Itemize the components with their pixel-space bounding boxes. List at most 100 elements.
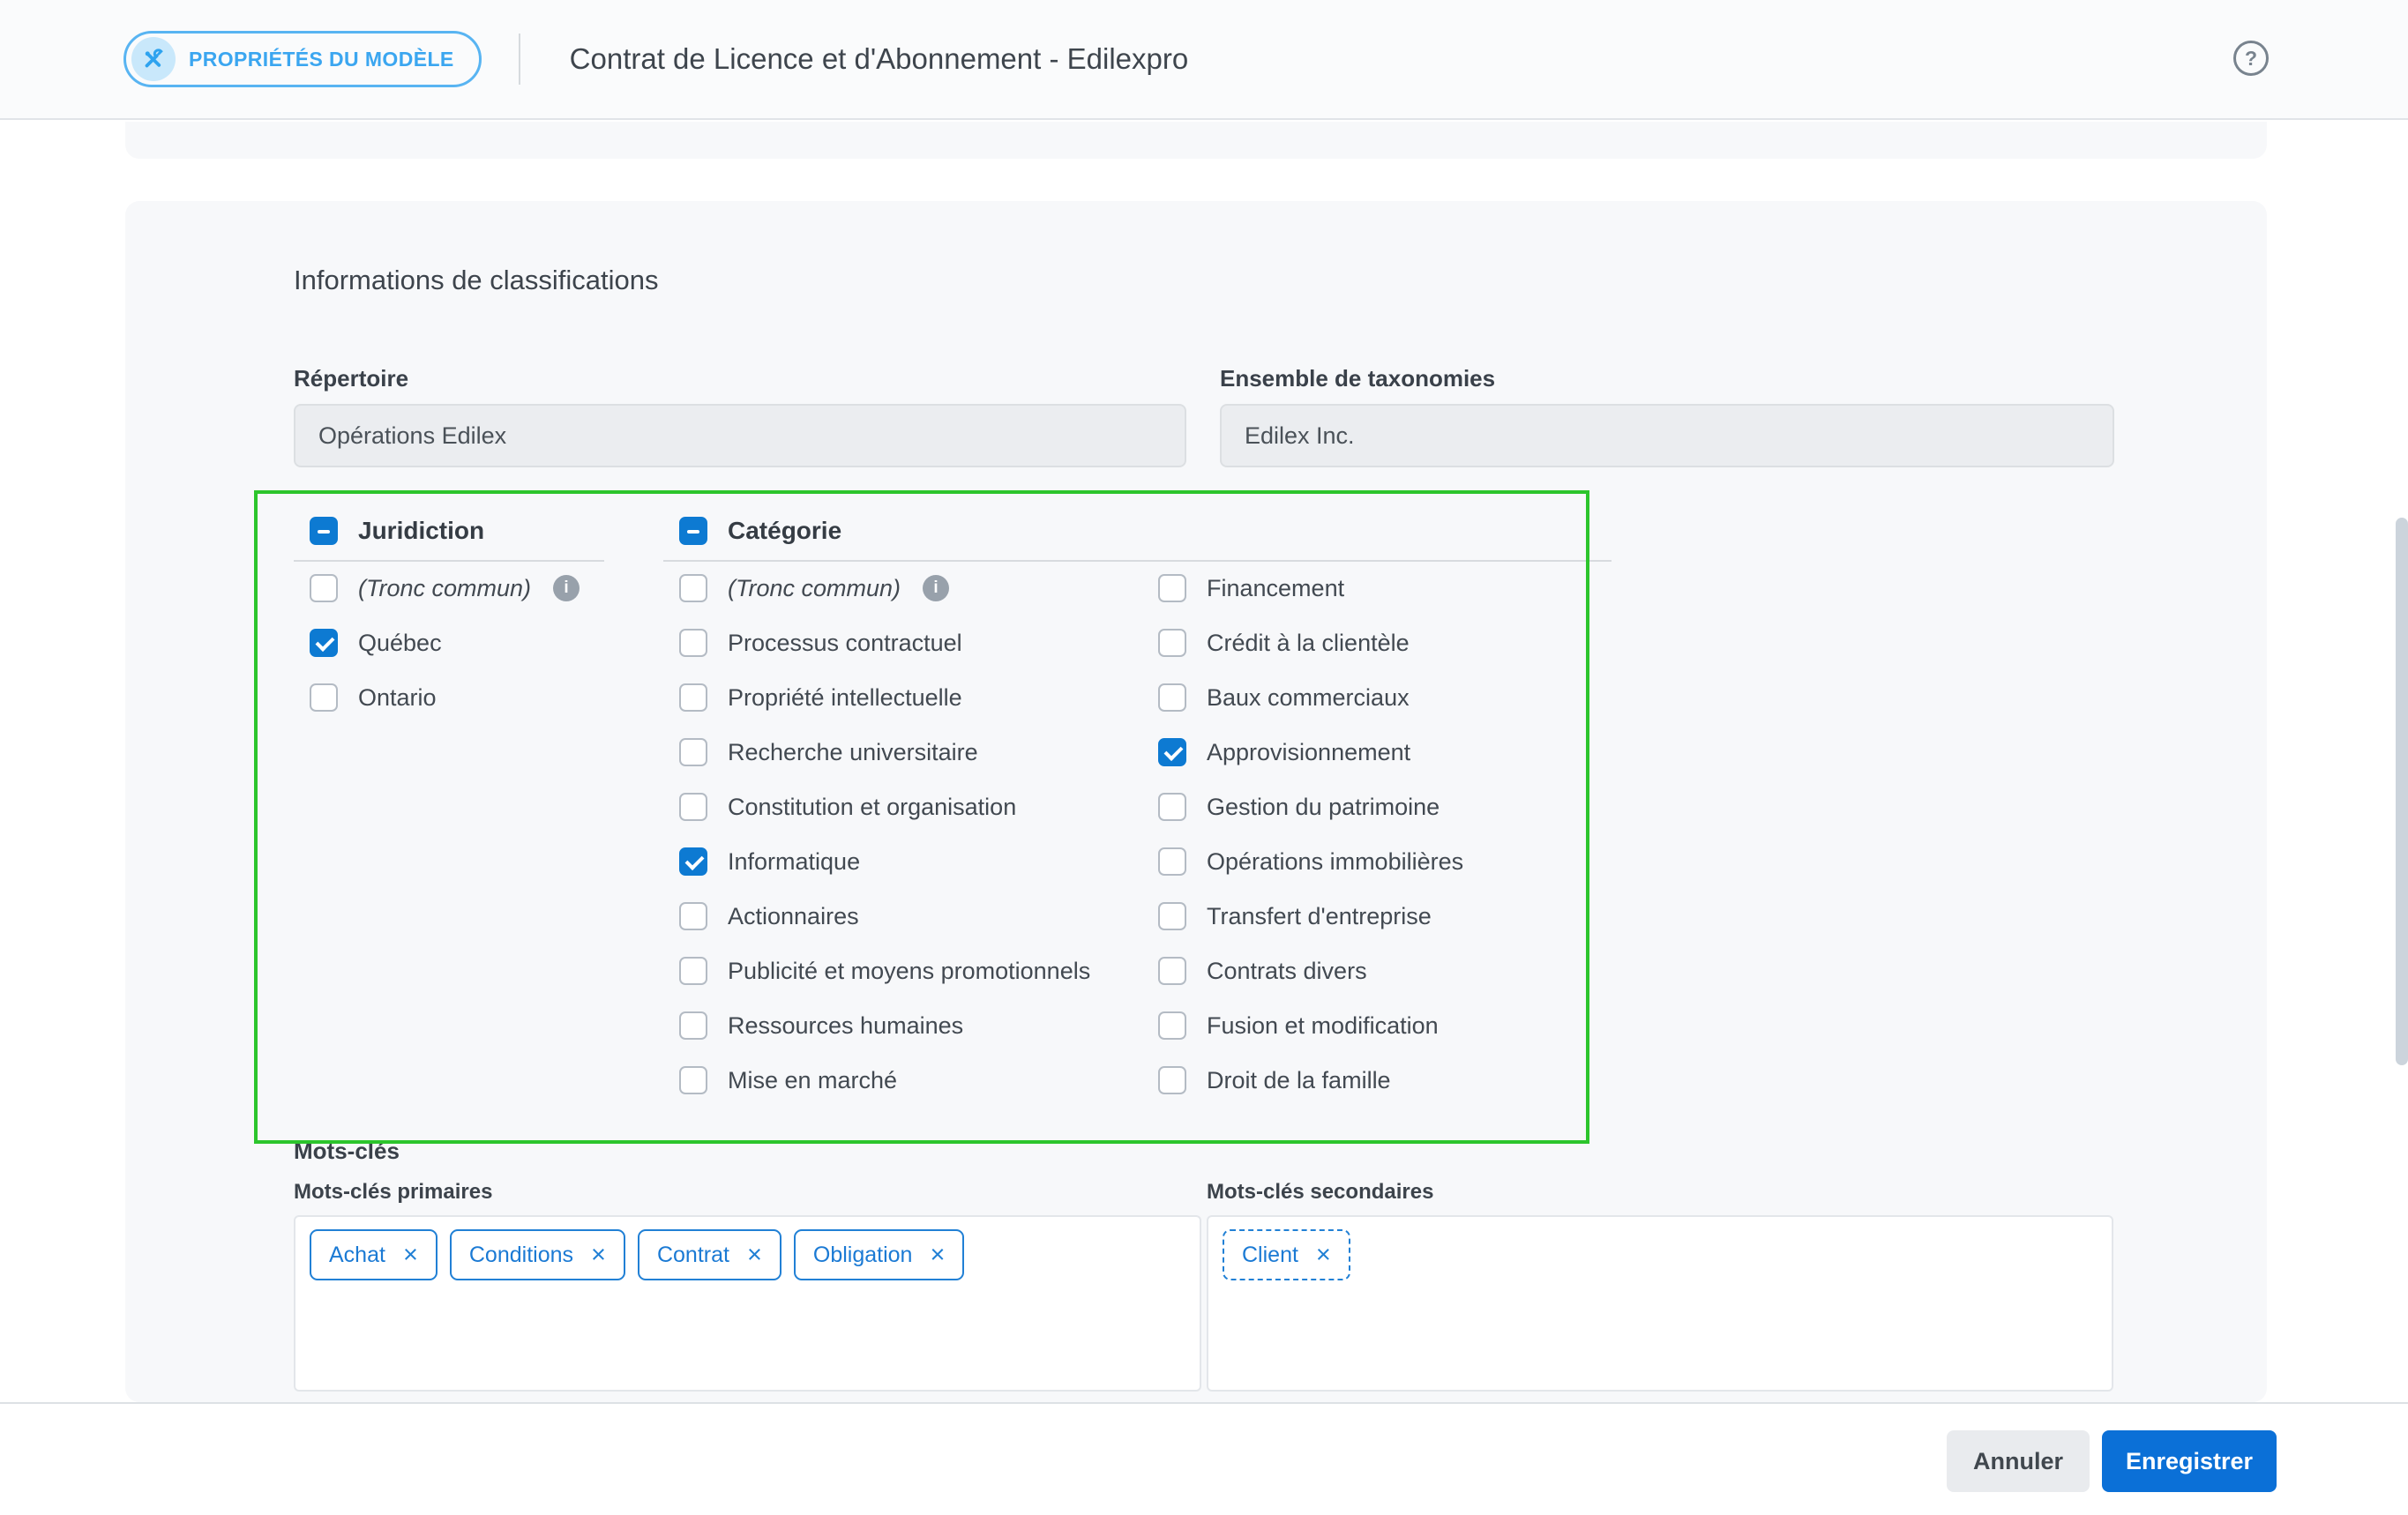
model-properties-badge: PROPRIÉTÉS DU MODÈLE [123,31,482,87]
remove-tag-icon[interactable]: × [930,1243,945,1268]
checkbox-row[interactable]: Mise en marché [679,1066,1158,1094]
checkbox-row[interactable]: Processus contractuel [679,629,1158,657]
checkbox-row[interactable]: Gestion du patrimoine [1158,793,1463,821]
remove-tag-icon[interactable]: × [403,1243,418,1268]
checkbox[interactable] [679,574,707,602]
checkbox[interactable] [679,847,707,876]
checkbox-row[interactable]: Constitution et organisation [679,793,1158,821]
checkbox[interactable] [679,1066,707,1094]
checkbox-row[interactable]: Québec [310,629,604,657]
checkbox-row[interactable]: Ontario [310,683,604,712]
keyword-tag: Contrat × [638,1229,781,1280]
checkbox-label: (Tronc commun) [358,575,531,602]
checkbox-row[interactable]: Ressources humaines [679,1011,1158,1040]
remove-tag-icon[interactable]: × [747,1243,762,1268]
checkbox-row[interactable]: (Tronc commun) i [310,574,604,602]
checkbox[interactable] [1158,847,1186,876]
keyword-tag-label: Obligation [813,1243,913,1268]
checkbox[interactable] [1158,683,1186,712]
checkbox[interactable] [679,902,707,930]
checkbox[interactable] [310,683,338,712]
repertoire-input[interactable]: Opérations Edilex [294,404,1186,467]
checkbox-label: Informatique [728,848,860,876]
cancel-button[interactable]: Annuler [1947,1430,2090,1492]
checkbox-row[interactable]: Transfert d'entreprise [1158,902,1463,930]
checkbox[interactable] [1158,1066,1186,1094]
secondary-keywords-box[interactable]: Client × [1207,1215,2113,1392]
tools-icon [131,37,176,81]
checkbox-label: (Tronc commun) [728,575,901,602]
checkbox[interactable] [1158,793,1186,821]
keyword-tag: Conditions × [450,1229,625,1280]
checkbox[interactable] [1158,738,1186,766]
checkbox[interactable] [1158,574,1186,602]
keyword-tag-label: Achat [329,1243,385,1268]
checkbox-row[interactable]: (Tronc commun) i [679,574,1158,602]
previous-card-bottom [125,122,2267,159]
checkbox-label: Contrats divers [1207,958,1367,985]
info-icon[interactable]: i [553,575,580,601]
juridiction-group: Juridiction (Tronc commun) i Québec Onta… [310,516,604,712]
primary-keywords-box[interactable]: Achat × Conditions × Contrat × Obligatio… [294,1215,1201,1392]
checkbox-label: Propriété intellectuelle [728,684,962,712]
checkbox[interactable] [1158,1011,1186,1040]
juridiction-group-checkbox[interactable] [310,517,338,545]
checkbox[interactable] [679,738,707,766]
checkbox-row[interactable]: Informatique [679,847,1158,876]
remove-tag-icon[interactable]: × [591,1243,606,1268]
secondary-keywords-label: Mots-clés secondaires [1207,1180,1433,1205]
checkbox-row[interactable]: Financement [1158,574,1463,602]
checkbox-label: Baux commerciaux [1207,684,1410,712]
checkbox[interactable] [679,683,707,712]
checkbox[interactable] [1158,902,1186,930]
checkbox-label: Transfert d'entreprise [1207,903,1432,930]
checkbox-label: Approvisionnement [1207,739,1410,766]
taxonomies-label: Ensemble de taxonomies [1220,365,1495,392]
categorie-group: Catégorie (Tronc commun) i Processus con… [679,516,1612,1094]
checkbox[interactable] [310,629,338,657]
checkbox-row[interactable]: Crédit à la clientèle [1158,629,1463,657]
remove-tag-icon[interactable]: × [1316,1243,1331,1268]
checkbox-row[interactable]: Droit de la famille [1158,1066,1463,1094]
checkbox[interactable] [679,629,707,657]
categorie-group-title: Catégorie [728,517,841,545]
checkbox-label: Mise en marché [728,1067,897,1094]
checkbox-row[interactable]: Recherche universitaire [679,738,1158,766]
checkbox-row[interactable]: Contrats divers [1158,957,1463,985]
checkbox-label: Recherche universitaire [728,739,978,766]
checkbox-row[interactable]: Opérations immobilières [1158,847,1463,876]
checkbox[interactable] [679,1011,707,1040]
checkbox[interactable] [679,957,707,985]
page-title: Contrat de Licence et d'Abonnement - Edi… [570,42,1189,76]
checkbox-label: Québec [358,630,442,657]
checkbox-label: Actionnaires [728,903,859,930]
juridiction-items: (Tronc commun) i Québec Ontario [310,574,604,712]
primary-keywords-label: Mots-clés primaires [294,1180,492,1205]
help-icon[interactable]: ? [2233,41,2269,76]
checkbox-row[interactable]: Approvisionnement [1158,738,1463,766]
checkbox-label: Publicité et moyens promotionnels [728,958,1090,985]
checkbox-row[interactable]: Actionnaires [679,902,1158,930]
checkbox-row[interactable]: Baux commerciaux [1158,683,1463,712]
badge-label: PROPRIÉTÉS DU MODÈLE [189,48,454,71]
keyword-tag-label: Contrat [657,1243,729,1268]
keyword-tag: Client × [1223,1229,1350,1280]
checkbox-label: Financement [1207,575,1344,602]
taxonomies-input[interactable]: Edilex Inc. [1220,404,2114,467]
checkbox[interactable] [310,574,338,602]
keyword-tag: Obligation × [794,1229,965,1280]
checkbox[interactable] [1158,629,1186,657]
checkbox-row[interactable]: Publicité et moyens promotionnels [679,957,1158,985]
checkbox-row[interactable]: Propriété intellectuelle [679,683,1158,712]
checkbox[interactable] [679,793,707,821]
checkbox-label: Opérations immobilières [1207,848,1463,876]
checkbox[interactable] [1158,957,1186,985]
scrollbar-thumb[interactable] [2396,518,2408,1065]
save-button[interactable]: Enregistrer [2102,1430,2277,1492]
divider [294,560,604,562]
checkbox-label: Droit de la famille [1207,1067,1391,1094]
checkbox-row[interactable]: Fusion et modification [1158,1011,1463,1040]
categorie-items-col1: (Tronc commun) i Processus contractuel P… [679,574,1158,1094]
categorie-group-checkbox[interactable] [679,517,707,545]
info-icon[interactable]: i [923,575,949,601]
